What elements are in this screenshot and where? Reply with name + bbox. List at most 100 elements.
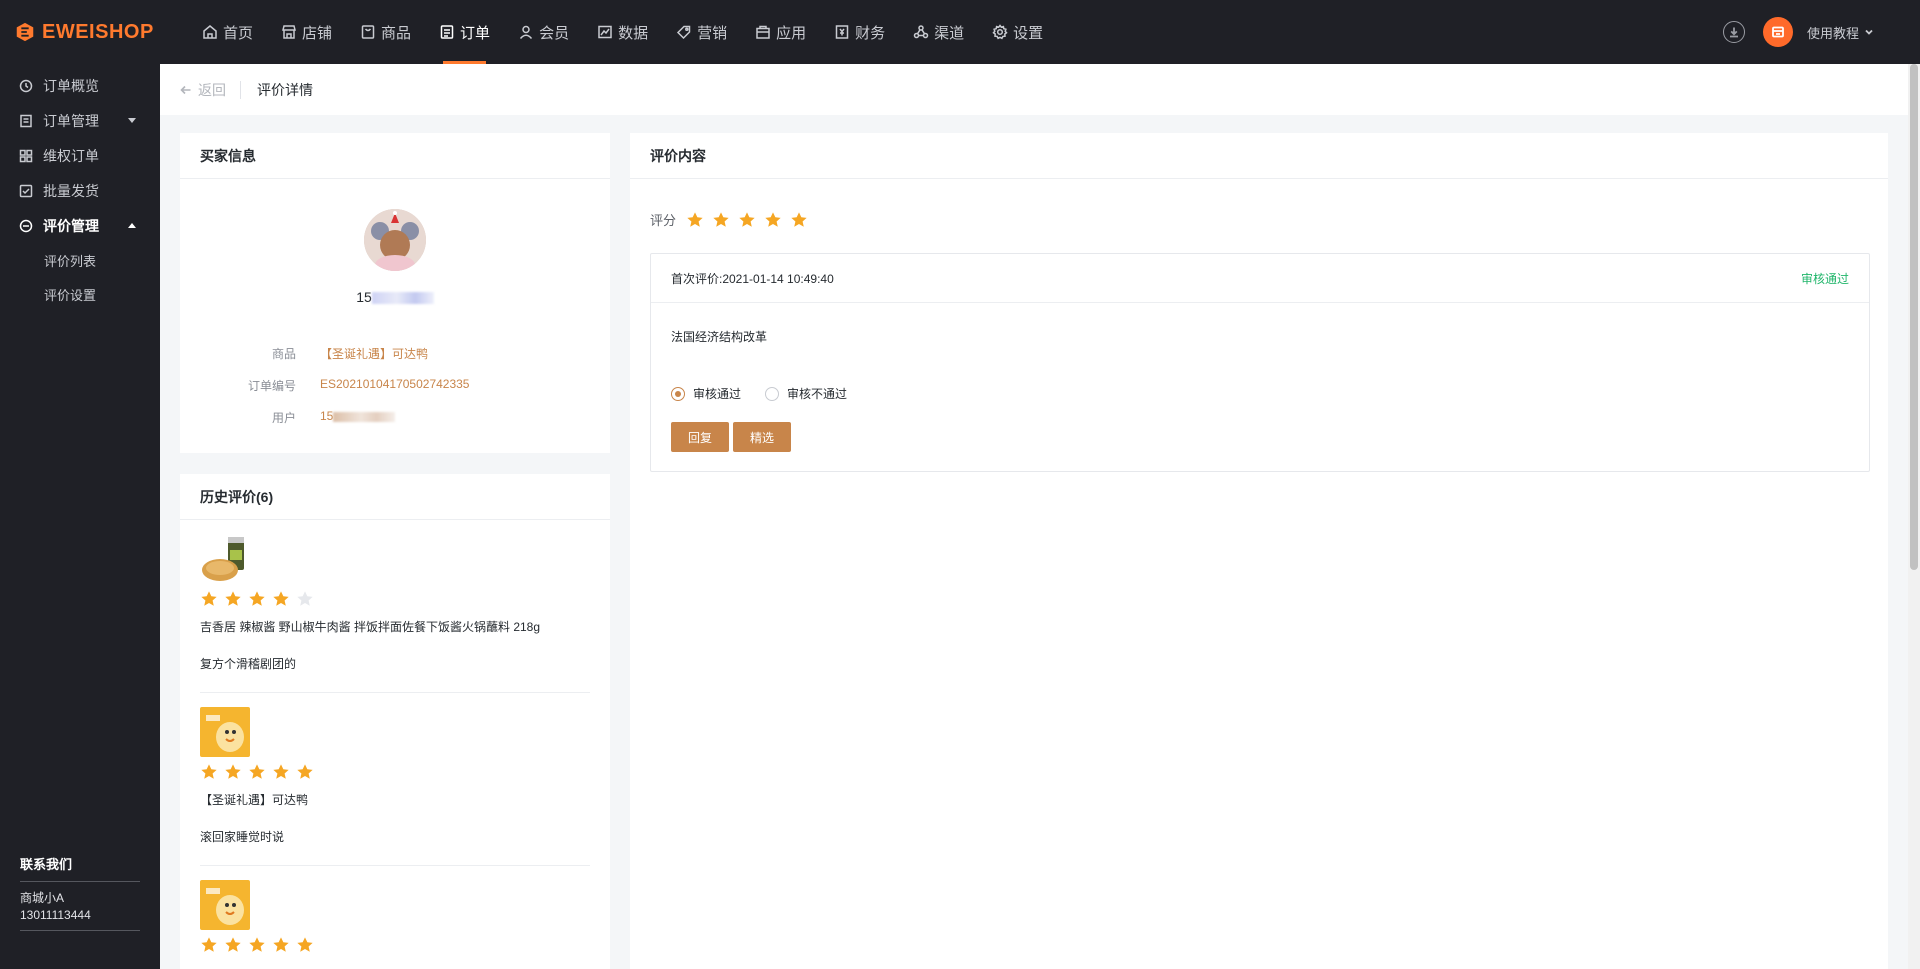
page-scrollbar[interactable] — [1908, 64, 1920, 969]
history-product-title: 【圣诞礼遇】可达鸭 — [200, 793, 309, 807]
rating-stars — [200, 763, 590, 781]
featured-button[interactable]: 精选 — [733, 422, 791, 452]
nav-data[interactable]: 数据 — [585, 0, 660, 64]
logo-icon — [16, 22, 34, 42]
masked-text — [333, 411, 396, 422]
clock-icon — [19, 79, 33, 92]
top-bar: EWEISHOP 首页 店铺 商品 订单 会员 数据 营销 应用 财务 渠道 设… — [0, 0, 1920, 64]
nav-goods[interactable]: 商品 — [348, 0, 423, 64]
nav-store[interactable]: 店铺 — [269, 0, 344, 64]
review-card: 评价内容 评分 首次评价:2021-01-14 10:49:40 审核通过 法国… — [630, 133, 1888, 969]
order-link[interactable]: ES20210104170502742335 — [320, 377, 469, 394]
goods-label: 商品 — [271, 347, 296, 361]
audit-radio-group: 审核通过 审核不通过 — [671, 385, 871, 402]
rating-stars — [686, 211, 808, 229]
star-filled-icon — [739, 211, 755, 227]
buyer-name: 15 — [180, 289, 610, 305]
nav-home[interactable]: 首页 — [190, 0, 265, 64]
nav-label: 会员 — [539, 24, 570, 42]
nav-app[interactable]: 应用 — [743, 0, 818, 64]
brand-logo[interactable]: EWEISHOP — [0, 0, 160, 64]
contact-title: 联系我们 — [20, 854, 140, 882]
nav-finance[interactable]: 财务 — [822, 0, 897, 64]
star-filled-icon — [273, 764, 289, 779]
radio-dot — [765, 386, 780, 401]
sidebar: 订单概览 订单管理 维权订单 批量发货 评价管理 评价列表 评价设置 联系我们 … — [0, 64, 160, 969]
nav-label: 渠道 — [934, 24, 965, 42]
finance-icon — [835, 25, 849, 39]
tutorial-menu[interactable]: 使用教程 — [1807, 23, 1874, 42]
rating-stars — [200, 590, 590, 608]
caret-down-icon — [128, 118, 136, 123]
product-thumbnail[interactable] — [200, 880, 250, 930]
star-filled-icon — [765, 211, 781, 227]
sidebar-subitem-review-settings[interactable]: 评价设置 — [0, 277, 160, 311]
sidebar-item-label: 维权订单 — [43, 147, 99, 164]
buyer-info-card: 买家信息 15 商品 【圣诞礼遇】可达鸭 订单编号 ES202101041705… — [180, 133, 610, 453]
back-button[interactable]: 返回 — [180, 80, 241, 99]
product-thumbnail[interactable] — [200, 534, 250, 584]
nav-marketing[interactable]: 营销 — [664, 0, 739, 64]
status-badge: 审核通过 — [1800, 271, 1849, 286]
user-avatar[interactable] — [1762, 17, 1793, 47]
user-label: 用户 — [271, 411, 296, 425]
score-label: 评分 — [650, 213, 677, 228]
history-item: 【圣诞礼遇】可达鸭 滚回家睡觉时说 — [200, 707, 590, 866]
buyer-avatar — [364, 209, 426, 271]
sidebar-item-order-manage[interactable]: 订单管理 — [0, 103, 160, 138]
tag-icon — [677, 25, 691, 40]
sidebar-subitem-review-list[interactable]: 评价列表 — [0, 243, 160, 277]
nav-member[interactable]: 会员 — [506, 0, 581, 64]
order-row: 订单编号 ES20210104170502742335 — [180, 377, 610, 394]
sidebar-item-review-manage[interactable]: 评价管理 — [0, 208, 160, 243]
tutorial-label: 使用教程 — [1806, 25, 1859, 41]
app-icon — [756, 25, 770, 39]
star-filled-icon — [791, 211, 807, 227]
history-review-text: 复方个滑稽剧团的 — [200, 657, 297, 671]
radio-approve[interactable]: 审核通过 — [671, 385, 741, 402]
star-filled-icon — [201, 591, 217, 606]
nav-label: 订单 — [460, 24, 491, 42]
nav-settings[interactable]: 设置 — [980, 0, 1055, 64]
sidebar-subitem-label: 评价设置 — [44, 287, 97, 303]
top-nav: 首页 店铺 商品 订单 会员 数据 营销 应用 财务 渠道 设置 — [190, 0, 1059, 64]
sidebar-item-batch-ship[interactable]: 批量发货 — [0, 173, 160, 208]
history-card: 历史评价(6) 吉香居 辣椒酱 野山椒牛肉酱 拌饭拌面佐餐下饭酱火锅蘸料 218… — [180, 474, 610, 969]
star-empty-icon — [297, 591, 313, 606]
home-icon — [203, 25, 217, 39]
data-icon — [598, 25, 612, 39]
nav-label: 商品 — [381, 24, 412, 42]
nav-channel[interactable]: 渠道 — [901, 0, 976, 64]
sidebar-item-overview[interactable]: 订单概览 — [0, 68, 160, 103]
review-box: 首次评价:2021-01-14 10:49:40 审核通过 法国经济结构改革 审… — [650, 253, 1870, 472]
sidebar-subitem-label: 评价列表 — [44, 253, 97, 269]
sidebar-item-rights-order[interactable]: 维权订单 — [0, 138, 160, 173]
radio-reject-label: 审核不通过 — [787, 387, 848, 401]
radio-approve-label: 审核通过 — [693, 387, 742, 401]
nav-order[interactable]: 订单 — [427, 0, 502, 64]
radio-reject[interactable]: 审核不通过 — [765, 385, 847, 402]
breadcrumb: 返回 评价详情 — [160, 64, 1908, 115]
star-filled-icon — [297, 937, 313, 952]
download-icon[interactable] — [1722, 21, 1745, 43]
sidebar-item-label: 批量发货 — [43, 182, 99, 199]
product-thumbnail[interactable] — [200, 707, 250, 757]
grid-icon — [19, 149, 33, 162]
user-link[interactable]: 15 — [320, 409, 396, 426]
user-row: 用户 15 — [180, 409, 610, 426]
nav-label: 财务 — [855, 24, 886, 42]
review-box-header: 首次评价:2021-01-14 10:49:40 审核通过 — [651, 254, 1869, 303]
goods-row: 商品 【圣诞礼遇】可达鸭 — [180, 345, 610, 362]
reply-button[interactable]: 回复 — [671, 422, 729, 452]
score-row: 评分 — [650, 210, 808, 229]
review-title: 评价内容 — [630, 133, 1888, 179]
scrollbar-thumb[interactable] — [1910, 64, 1918, 570]
star-filled-icon — [225, 764, 241, 779]
rating-stars — [200, 936, 590, 954]
history-item: 吉香居 辣椒酱 野山椒牛肉酱 拌饭拌面佐餐下饭酱火锅蘸料 218g 复方个滑稽剧… — [200, 534, 590, 693]
goods-link[interactable]: 【圣诞礼遇】可达鸭 — [320, 345, 428, 362]
gear-icon — [992, 24, 1008, 40]
order-icon — [440, 25, 454, 39]
channel-icon — [913, 25, 929, 39]
history-title: 历史评价(6) — [180, 474, 610, 520]
